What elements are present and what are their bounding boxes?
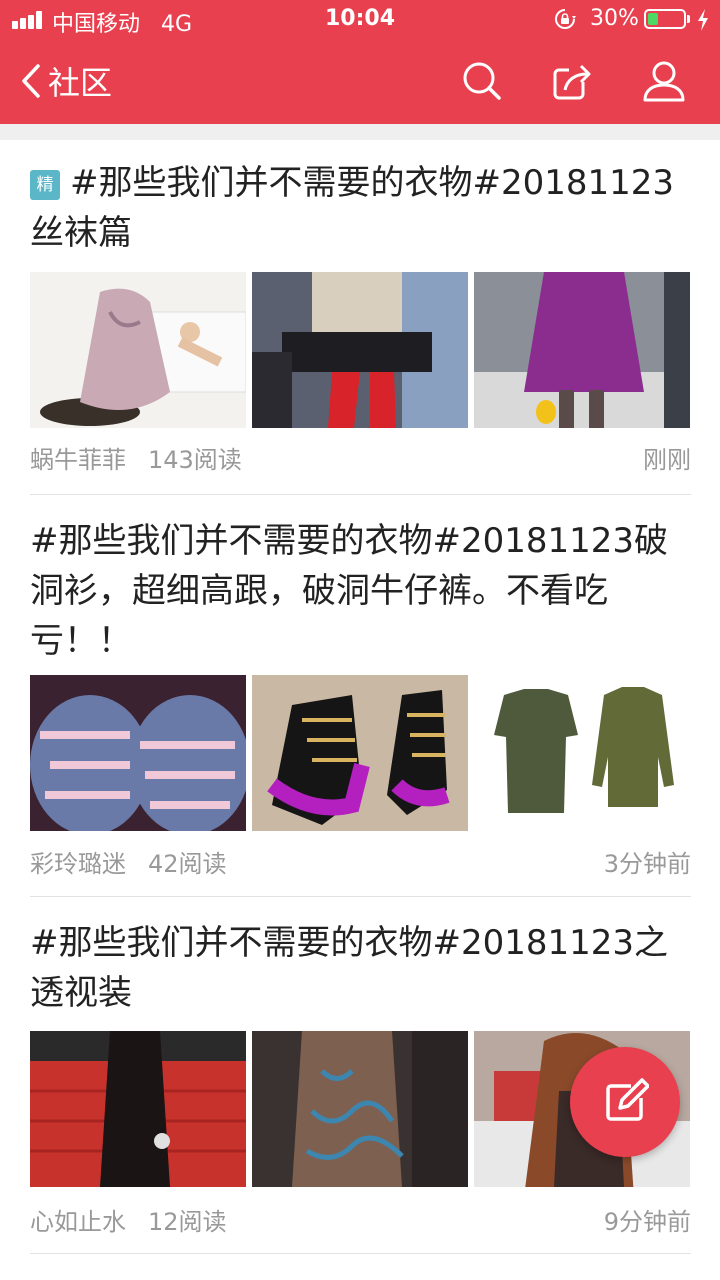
post-title: #那些我们并不需要的衣物#20181123之透视装 [30, 923, 669, 1013]
charging-icon [698, 9, 708, 31]
share-icon [553, 64, 591, 100]
user-icon [643, 61, 685, 102]
featured-badge: 精 [30, 170, 60, 200]
post-time: 3分钟前 [603, 850, 691, 878]
post-image-ripped-jeans[interactable] [30, 675, 246, 831]
battery-level [648, 13, 658, 25]
top-bar: 中国移动 4G 10:04 30% 社区 [0, 0, 720, 124]
post-author[interactable]: 蜗牛菲菲 [30, 440, 126, 475]
compose-icon [606, 1078, 649, 1121]
compose-button[interactable] [570, 1047, 680, 1157]
post-time: 9分钟前 [603, 1208, 691, 1236]
post-meta: 蜗牛菲菲 143阅读 刚刚 [30, 440, 691, 474]
post-author[interactable]: 彩玲璐迷 [30, 844, 126, 879]
post-time: 刚刚 [643, 446, 691, 474]
back-button[interactable]: 社区 [18, 56, 118, 106]
rotation-lock-icon [555, 9, 576, 29]
divider [30, 1253, 691, 1254]
post-image-sheer-dress[interactable] [252, 1031, 468, 1187]
nav-bar: 社区 [0, 40, 720, 124]
section-gap [0, 124, 720, 140]
battery-percent: 30% [590, 6, 639, 31]
post-images [30, 675, 691, 831]
post-image-lace-gown[interactable] [30, 1031, 246, 1187]
post-image-olive-shirts[interactable] [474, 675, 690, 831]
post-images [30, 272, 691, 428]
post-author[interactable]: 心如止水 [30, 1202, 126, 1237]
post-image-floral-dress[interactable] [30, 272, 246, 428]
post-image-red-tights[interactable] [252, 272, 468, 428]
back-label: 社区 [48, 64, 113, 102]
post-reads: 143阅读 [148, 446, 242, 474]
post-title: #那些我们并不需要的衣物#20181123丝袜篇 [30, 163, 675, 253]
status-bar: 中国移动 4G 10:04 30% [0, 0, 720, 40]
post-card[interactable]: #那些我们并不需要的衣物#20181123破洞衫，超细高跟，破洞牛仔裤。不看吃亏… [30, 516, 691, 666]
post-reads: 12阅读 [148, 1208, 227, 1236]
post-title: #那些我们并不需要的衣物#20181123破洞衫，超细高跟，破洞牛仔裤。不看吃亏… [30, 521, 669, 661]
search-icon [463, 62, 501, 100]
post-card[interactable]: #那些我们并不需要的衣物#20181123之透视装 [30, 918, 691, 1018]
post-image-purple-dress[interactable] [474, 272, 690, 428]
chevron-left-icon [22, 64, 40, 98]
post-meta: 彩玲璐迷 42阅读 3分钟前 [30, 844, 691, 878]
battery-icon [644, 9, 686, 29]
post-meta: 心如止水 12阅读 9分钟前 [30, 1202, 691, 1236]
divider [30, 896, 691, 897]
share-button[interactable] [549, 58, 595, 104]
post-image-high-heels[interactable] [252, 675, 468, 831]
search-button[interactable] [459, 58, 505, 104]
post-reads: 42阅读 [148, 850, 227, 878]
post-card[interactable]: 精 #那些我们并不需要的衣物#20181123丝袜篇 [30, 158, 691, 258]
divider [30, 494, 691, 495]
profile-button[interactable] [641, 58, 687, 104]
